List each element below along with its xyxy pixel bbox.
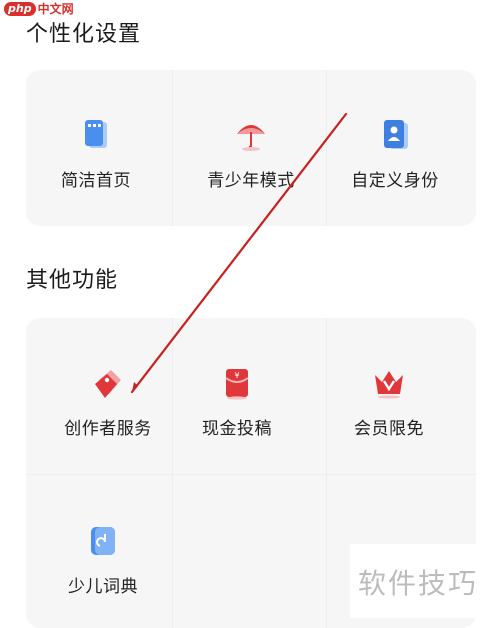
kids-dictionary-icon (91, 527, 115, 555)
divider (172, 318, 173, 628)
cash-submission-button[interactable]: ¥ 现金投稿 (187, 366, 287, 439)
teen-mode-label: 青少年模式 (207, 171, 295, 191)
creator-service-tag-icon (95, 370, 121, 398)
kids-dictionary-button[interactable]: 少儿词典 (48, 524, 158, 597)
section-title-personalization: 个性化设置 (26, 22, 142, 47)
bottom-watermark: 软件技巧 (350, 544, 500, 618)
custom-identity-icon (384, 120, 408, 149)
kids-dictionary-label: 少儿词典 (68, 577, 138, 597)
site-name: 中文网 (37, 2, 74, 16)
site-watermark: php 中文网 (4, 2, 74, 16)
vip-free-button[interactable]: 会员限免 (334, 366, 444, 439)
vip-free-label: 会员限免 (354, 419, 424, 439)
creator-service-label: 创作者服务 (64, 419, 152, 439)
cash-submission-envelope-icon: ¥ (225, 369, 249, 400)
simple-homepage-label: 简洁首页 (61, 171, 131, 191)
creator-service-button[interactable]: 创作者服务 (48, 366, 168, 439)
teen-mode-button[interactable]: 青少年模式 (181, 118, 321, 191)
cash-submission-label: 现金投稿 (202, 419, 272, 439)
personalization-card: 简洁首页 青少年模式 自定义身份 (26, 70, 476, 226)
teen-mode-umbrella-icon (237, 125, 265, 151)
php-logo: php (4, 2, 36, 16)
divider (326, 70, 327, 226)
custom-identity-label: 自定义身份 (351, 171, 439, 191)
divider (26, 474, 476, 475)
simple-homepage-button[interactable]: 简洁首页 (46, 118, 146, 191)
vip-crown-icon (375, 371, 403, 399)
divider (326, 318, 327, 628)
custom-identity-button[interactable]: 自定义身份 (330, 118, 460, 191)
section-title-other-features: 其他功能 (26, 268, 119, 293)
simple-homepage-icon (85, 120, 107, 148)
svg-text:¥: ¥ (234, 371, 239, 380)
watermark-text: 软件技巧 (358, 567, 479, 600)
divider (172, 70, 173, 226)
